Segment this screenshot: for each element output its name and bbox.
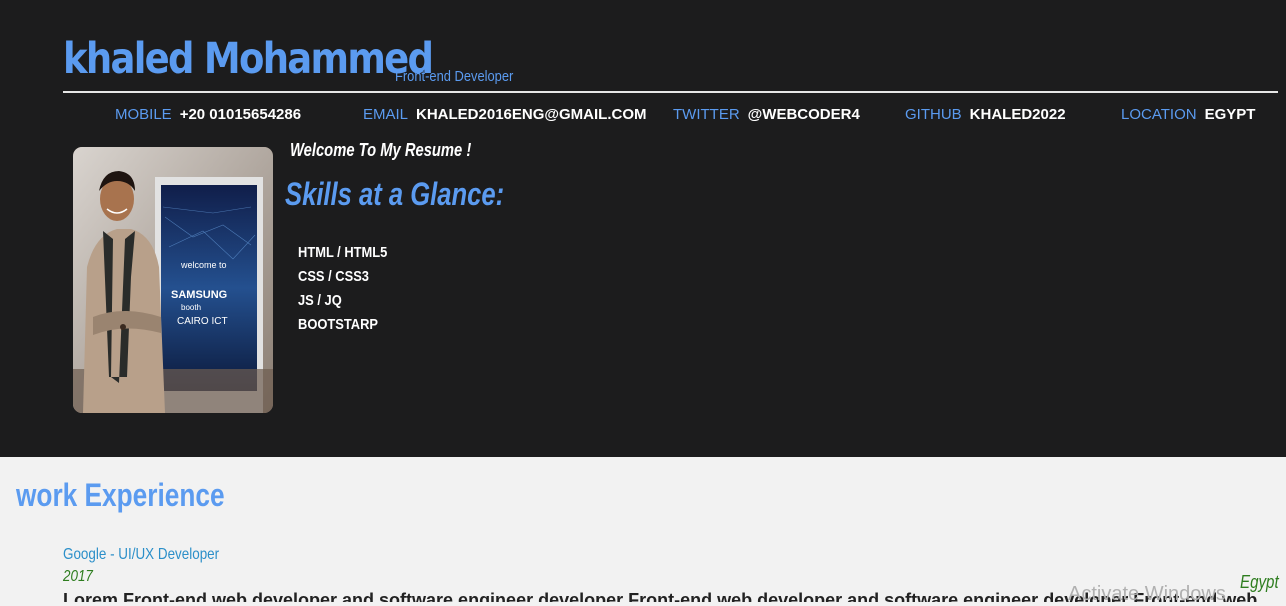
skills-heading: Skills at a Glance: <box>285 176 505 212</box>
job-year: 2017 <box>63 568 93 585</box>
contact-github: GITHUB KHALED2022 <box>905 106 1066 123</box>
contact-value[interactable]: KHALED2016ENG@GMAIL.COM <box>416 106 647 123</box>
contact-twitter: TWITTER @WEBCODER4 <box>673 106 860 123</box>
svg-text:CAIRO ICT: CAIRO ICT <box>177 316 228 327</box>
svg-text:booth: booth <box>181 303 201 312</box>
welcome-text: Welcome To My Resume ! <box>290 140 472 160</box>
contact-label: MOBILE <box>115 106 172 123</box>
profile-photo-image: welcome to SAMSUNG booth CAIRO ICT <box>73 147 273 413</box>
contact-label: LOCATION <box>1121 106 1197 123</box>
svg-text:SAMSUNG: SAMSUNG <box>171 289 227 301</box>
activate-windows-watermark: Activate Windows <box>1068 583 1226 605</box>
job-title: Google - UI/UX Developer <box>63 546 220 563</box>
skill-item: JS / JQ <box>298 292 342 309</box>
skills-list: HTML / HTML5 CSS / CSS3 JS / JQ BOOTSTAR… <box>298 243 402 339</box>
contact-email: EMAIL KHALED2016ENG@GMAIL.COM <box>363 106 647 123</box>
contact-value: EGYPT <box>1204 106 1256 123</box>
page-title: khaled Mohammed <box>63 34 434 84</box>
skill-item: CSS / CSS3 <box>298 268 369 285</box>
work-experience-heading: work Experience <box>16 477 225 513</box>
skill-item: BOOTSTARP <box>298 316 379 333</box>
profile-photo: welcome to SAMSUNG booth CAIRO ICT <box>73 147 273 413</box>
contact-label: TWITTER <box>673 106 740 123</box>
contact-value[interactable]: @WEBCODER4 <box>748 106 860 123</box>
contact-label: GITHUB <box>905 106 962 123</box>
contact-mobile: MOBILE +20 01015654286 <box>115 106 301 123</box>
job-role: Front-end Developer <box>395 68 514 85</box>
contact-value: +20 01015654286 <box>179 106 302 123</box>
hero-section: khaled Mohammed Front-end Developer MOBI… <box>0 0 1286 457</box>
contact-location: LOCATION EGYPT <box>1121 106 1255 123</box>
header-divider <box>63 91 1278 93</box>
svg-text:welcome to: welcome to <box>180 260 227 270</box>
contact-label: EMAIL <box>363 106 409 123</box>
contact-value[interactable]: KHALED2022 <box>970 106 1066 123</box>
skill-item: HTML / HTML5 <box>298 244 388 261</box>
